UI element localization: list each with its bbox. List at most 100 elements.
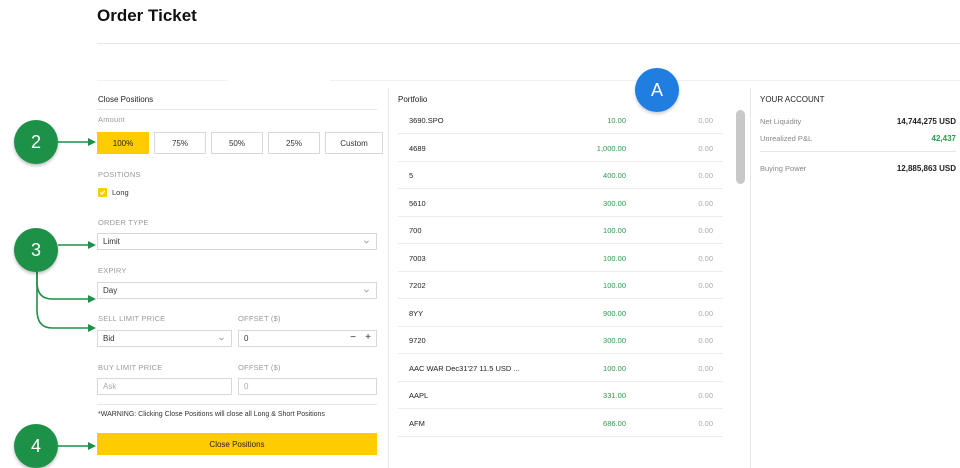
buy-limit-price-label: BUY LIMIT PRICE: [98, 363, 163, 372]
portfolio-scrollbar[interactable]: [736, 110, 745, 184]
portfolio-symbol: 700: [409, 226, 422, 235]
portfolio-panel: Portfolio 3690.SPO 10.00 0.00 4689 1,000.00 0…: [398, 88, 748, 468]
portfolio-symbol: AAC WAR Dec31'27 11.5 USD ...: [409, 363, 520, 373]
portfolio-value: 0.00: [698, 116, 713, 125]
chevron-down-icon: [364, 289, 369, 293]
portfolio-value: 0.00: [698, 391, 713, 400]
chevron-down-icon: [219, 337, 224, 341]
net-liquidity-label: Net Liquidity: [760, 117, 802, 126]
net-liquidity-value: 14,744,275 USD: [896, 117, 956, 126]
portfolio-qty: 1,000.00: [596, 143, 626, 153]
portfolio-row[interactable]: 7202 100.00 0.00: [398, 272, 723, 299]
order-type-label: ORDER TYPE: [98, 218, 149, 227]
sell-offset-label: OFFSET ($): [238, 314, 281, 323]
increment-button[interactable]: +: [365, 332, 371, 343]
portfolio-symbol: 8YY: [409, 308, 424, 318]
portfolio-symbol: 7202: [409, 281, 426, 290]
expiry-select[interactable]: Day: [97, 282, 377, 299]
long-checkbox[interactable]: [98, 188, 107, 197]
buying-power-label: Buying Power: [760, 164, 807, 173]
portfolio-value: 0.00: [698, 143, 713, 153]
amount-75-button[interactable]: 75%: [154, 132, 206, 154]
panel-divider: [750, 88, 751, 468]
title-divider: [97, 43, 960, 44]
amount-25-button[interactable]: 25%: [268, 132, 320, 154]
portfolio-row[interactable]: 5 400.00 0.00: [398, 162, 723, 189]
portfolio-qty: 900.00: [603, 308, 626, 318]
portfolio-symbol: 5: [409, 171, 414, 180]
portfolio-value: 0.00: [698, 198, 713, 208]
order-type-value: Limit: [103, 237, 120, 246]
positions-label: POSITIONS: [98, 170, 141, 179]
buy-offset-label: OFFSET ($): [238, 363, 281, 372]
portfolio-row[interactable]: 700 100.00 0.00: [398, 217, 723, 244]
portfolio-qty: 100.00: [603, 281, 626, 290]
portfolio-symbol: AFM: [409, 418, 425, 428]
buy-offset-input[interactable]: 0: [238, 378, 377, 395]
close-positions-button[interactable]: Close Positions: [97, 433, 377, 455]
portfolio-qty: 100.00: [603, 253, 626, 263]
portfolio-row[interactable]: 9720 300.00 0.00: [398, 327, 723, 354]
portfolio-row[interactable]: 7003 100.00 0.00: [398, 245, 723, 272]
portfolio-symbol: AAPL: [409, 391, 429, 400]
portfolio-value: 0.00: [698, 281, 713, 290]
portfolio-row[interactable]: 5610 300.00 0.00: [398, 190, 723, 217]
portfolio-qty: 400.00: [603, 171, 626, 180]
portfolio-row[interactable]: 3690.SPO 10.00 0.00: [398, 107, 723, 134]
portfolio-qty: 300.00: [603, 336, 626, 345]
warning-text: *WARNING: Clicking Close Positions will …: [98, 411, 325, 418]
callout-2: 2: [14, 120, 58, 164]
sell-offset-stepper[interactable]: 0 − +: [238, 330, 377, 347]
portfolio-qty: 300.00: [603, 198, 626, 208]
portfolio-row[interactable]: AFM 686.00 0.00: [398, 410, 723, 437]
portfolio-symbol: 5610: [409, 198, 426, 208]
portfolio-title: Portfolio: [398, 95, 428, 104]
portfolio-value: 0.00: [698, 308, 713, 318]
portfolio-row[interactable]: 8YY 900.00 0.00: [398, 300, 723, 327]
amount-100-button[interactable]: 100%: [97, 132, 149, 154]
chevron-down-icon: [364, 240, 369, 244]
amount-custom-button[interactable]: Custom: [325, 132, 383, 154]
amount-50-button[interactable]: 50%: [211, 132, 263, 154]
portfolio-value: 0.00: [698, 336, 713, 345]
expiry-value: Day: [103, 286, 118, 295]
long-label: Long: [112, 188, 129, 197]
amount-label: Amount: [98, 115, 126, 124]
close-positions-panel: Close Positions Amount 100% 75% 50% 25% …: [97, 88, 383, 468]
buying-power-row: Buying Power 12,885,863 USD: [760, 164, 956, 178]
net-liquidity-row: Net Liquidity 14,744,275 USD: [760, 117, 956, 131]
callout-4: 4: [14, 424, 58, 468]
buy-limit-price-input[interactable]: Ask: [97, 378, 232, 395]
buying-power-value: 12,885,863 USD: [896, 164, 956, 173]
portfolio-qty: 331.00: [603, 391, 626, 400]
sell-limit-price-value: Bid: [103, 334, 115, 343]
portfolio-row[interactable]: AAPL 331.00 0.00: [398, 382, 723, 409]
sell-limit-price-select[interactable]: Bid: [97, 330, 232, 347]
portfolio-symbol: 4689: [409, 143, 426, 153]
unrealized-pnl-row: Unrealized P&L 42,437: [760, 134, 956, 148]
check-icon: [99, 190, 106, 195]
portfolio-value: 0.00: [698, 418, 713, 428]
portfolio-value: 0.00: [698, 226, 713, 235]
portfolio-qty: 686.00: [603, 418, 626, 428]
buy-offset-placeholder: 0: [244, 382, 249, 391]
portfolio-symbol: 3690.SPO: [409, 116, 444, 125]
portfolio-row[interactable]: AAC WAR Dec31'27 11.5 USD ... 100.00 0.00: [398, 355, 723, 382]
decrement-button[interactable]: −: [350, 332, 356, 343]
account-title: YOUR ACCOUNT: [760, 95, 825, 104]
panel-divider: [388, 88, 389, 468]
unrealized-pnl-value: 42,437: [931, 134, 956, 143]
order-type-select[interactable]: Limit: [97, 233, 377, 250]
portfolio-value: 0.00: [698, 171, 713, 180]
portfolio-row[interactable]: 4689 1,000.00 0.00: [398, 135, 723, 162]
callout-3: 3: [14, 228, 58, 272]
section-divider: [97, 109, 377, 110]
long-checkbox-row[interactable]: Long: [98, 188, 129, 197]
account-panel: YOUR ACCOUNT Net Liquidity 14,744,275 US…: [760, 88, 960, 288]
faint-divider: [97, 80, 227, 81]
portfolio-qty: 100.00: [603, 226, 626, 235]
portfolio-value: 0.00: [698, 363, 713, 373]
portfolio-value: 0.00: [698, 253, 713, 263]
page-title: Order Ticket: [97, 6, 197, 25]
section-divider: [97, 404, 377, 405]
